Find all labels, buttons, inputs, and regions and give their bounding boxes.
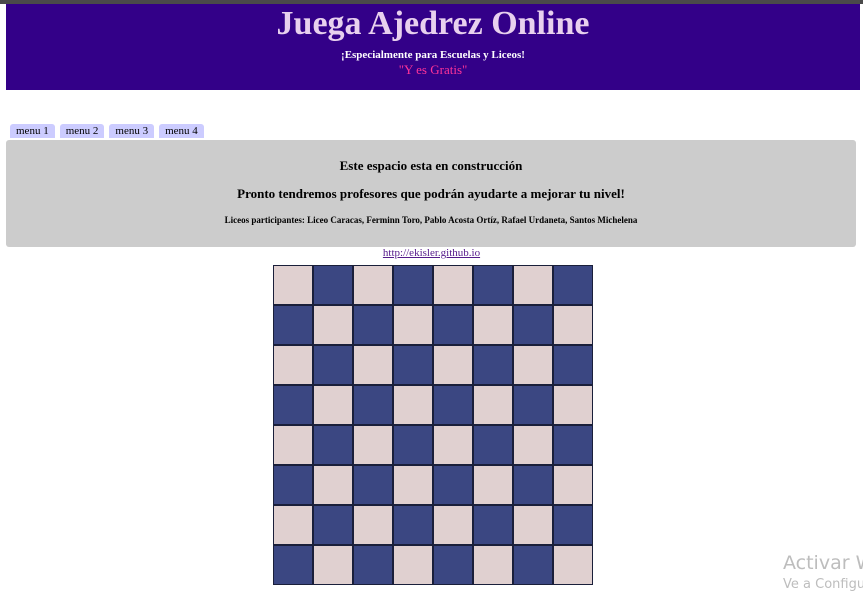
menu-item-1[interactable]: menu 1	[10, 124, 55, 138]
board-square[interactable]	[273, 305, 313, 345]
board-square[interactable]	[513, 345, 553, 385]
board-square[interactable]	[393, 385, 433, 425]
board-square[interactable]	[433, 305, 473, 345]
construction-notice: Este espacio esta en construcción Pronto…	[6, 140, 856, 247]
board-square[interactable]	[473, 425, 513, 465]
board-square[interactable]	[353, 345, 393, 385]
board-square[interactable]	[353, 305, 393, 345]
board-square[interactable]	[553, 345, 593, 385]
link-container: http://ekisler.github.io	[0, 247, 863, 259]
board-square[interactable]	[513, 385, 553, 425]
board-square[interactable]	[353, 385, 393, 425]
board-square[interactable]	[313, 385, 353, 425]
board-square[interactable]	[513, 425, 553, 465]
board-square[interactable]	[553, 425, 593, 465]
board-square[interactable]	[513, 545, 553, 585]
board-square[interactable]	[353, 425, 393, 465]
board-square[interactable]	[473, 505, 513, 545]
board-square[interactable]	[473, 465, 513, 505]
board-square[interactable]	[553, 385, 593, 425]
site-subtitle: ¡Especialmente para Escuelas y Liceos!	[341, 49, 525, 61]
board-square[interactable]	[353, 265, 393, 305]
menu-item-3[interactable]: menu 3	[109, 124, 155, 138]
board-square[interactable]	[313, 545, 353, 585]
board-square[interactable]	[473, 265, 513, 305]
notice-message: Pronto tendremos profesores que podrán a…	[237, 186, 625, 201]
board-square[interactable]	[553, 265, 593, 305]
participating-schools: Liceos participantes: Liceo Caracas, Fer…	[224, 215, 638, 225]
board-square[interactable]	[473, 305, 513, 345]
board-square[interactable]	[433, 345, 473, 385]
board-square[interactable]	[513, 265, 553, 305]
board-square[interactable]	[273, 505, 313, 545]
board-square[interactable]	[313, 505, 353, 545]
board-square[interactable]	[473, 345, 513, 385]
board-square[interactable]	[553, 305, 593, 345]
board-square[interactable]	[473, 385, 513, 425]
site-header: Juega Ajedrez Online ¡Especialmente para…	[6, 4, 860, 90]
board-square[interactable]	[513, 465, 553, 505]
board-square[interactable]	[433, 265, 473, 305]
board-square[interactable]	[393, 465, 433, 505]
site-title: Juega Ajedrez Online	[276, 5, 590, 42]
board-square[interactable]	[393, 545, 433, 585]
board-square[interactable]	[273, 465, 313, 505]
board-square[interactable]	[393, 425, 433, 465]
board-square[interactable]	[393, 265, 433, 305]
board-square[interactable]	[313, 265, 353, 305]
menu-item-2[interactable]: menu 2	[59, 124, 105, 138]
board-square[interactable]	[553, 465, 593, 505]
board-square[interactable]	[393, 305, 433, 345]
board-square[interactable]	[313, 425, 353, 465]
menu-item-4[interactable]: menu 4	[159, 124, 204, 138]
board-square[interactable]	[273, 385, 313, 425]
board-square[interactable]	[273, 425, 313, 465]
board-square[interactable]	[513, 505, 553, 545]
board-square[interactable]	[433, 425, 473, 465]
board-square[interactable]	[553, 505, 593, 545]
watermark-line-1: Activar W	[783, 552, 863, 574]
site-tagline: "Y es Gratis"	[398, 62, 468, 77]
board-square[interactable]	[353, 465, 393, 505]
board-square[interactable]	[273, 265, 313, 305]
board-square[interactable]	[393, 505, 433, 545]
board-square[interactable]	[433, 545, 473, 585]
github-link[interactable]: http://ekisler.github.io	[383, 247, 480, 259]
board-square[interactable]	[273, 545, 313, 585]
board-square[interactable]	[513, 305, 553, 345]
board-square[interactable]	[433, 385, 473, 425]
board-square[interactable]	[353, 505, 393, 545]
board-square[interactable]	[393, 345, 433, 385]
menu-bar: menu 1 menu 2 menu 3 menu 4	[10, 124, 204, 138]
board-square[interactable]	[313, 305, 353, 345]
watermark-line-2: Ve a Configu	[783, 577, 863, 592]
board-square[interactable]	[433, 465, 473, 505]
board-square[interactable]	[273, 345, 313, 385]
board-square[interactable]	[473, 545, 513, 585]
notice-heading: Este espacio esta en construcción	[339, 158, 523, 173]
board-square[interactable]	[353, 545, 393, 585]
board-square[interactable]	[553, 545, 593, 585]
chess-board	[273, 265, 593, 585]
activation-watermark: Activar W Ve a Configu	[783, 551, 863, 593]
board-square[interactable]	[313, 465, 353, 505]
board-square[interactable]	[313, 345, 353, 385]
board-square[interactable]	[433, 505, 473, 545]
